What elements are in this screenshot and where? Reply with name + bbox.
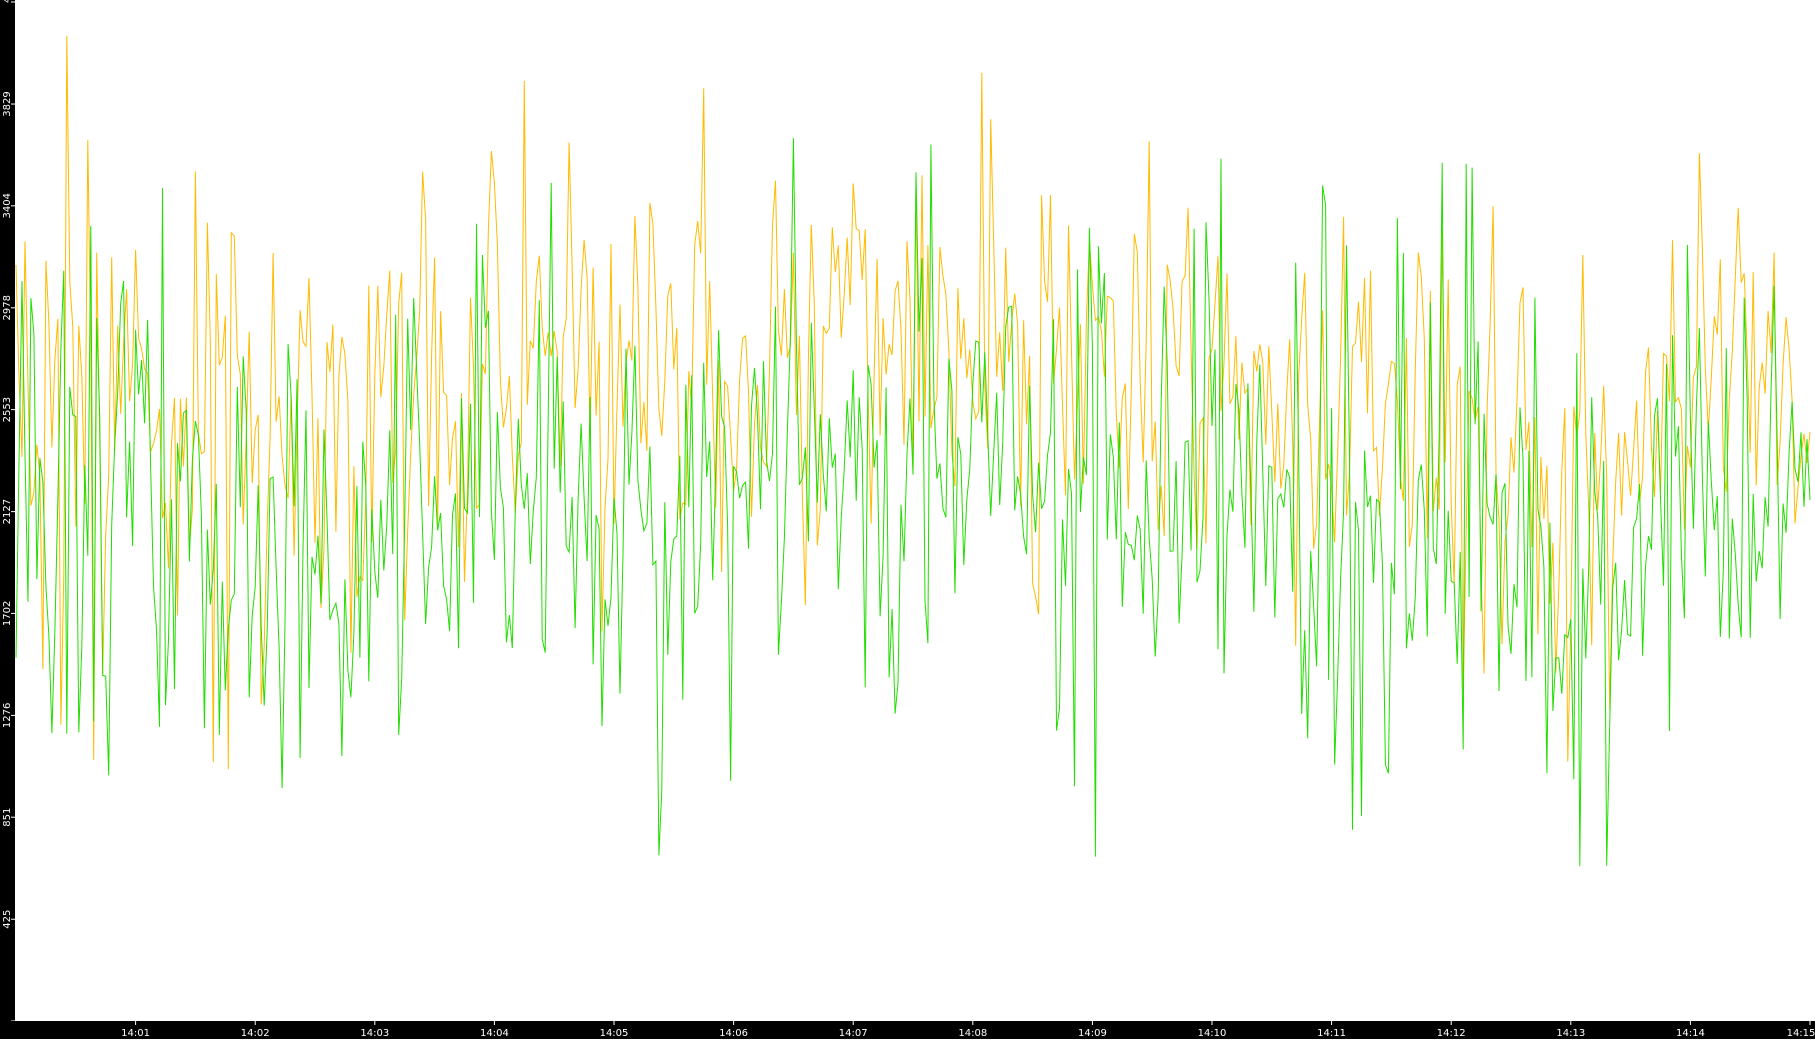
x-tick-label: 14:15 <box>1787 1028 1815 1039</box>
y-tick-label: 2127 <box>2 499 13 524</box>
x-tick-label: 14:12 <box>1437 1028 1466 1039</box>
chart-area: 042585112761702212725532978340438294255 … <box>0 0 1815 1039</box>
x-tick-label: 14:08 <box>958 1028 987 1039</box>
y-axis: 042585112761702212725532978340438294255 <box>0 0 15 1027</box>
x-tick-label: 14:07 <box>839 1028 868 1039</box>
y-tick-label: 1276 <box>2 703 13 728</box>
y-tick-label: 2978 <box>2 295 13 320</box>
y-tick-label: 1702 <box>2 601 13 626</box>
line-chart: 042585112761702212725532978340438294255 … <box>0 0 1815 1039</box>
series-line-2 <box>15 138 1811 867</box>
y-tick-label: 425 <box>2 910 13 929</box>
x-tick-label: 14:01 <box>121 1028 150 1039</box>
x-tick-label: 14:03 <box>360 1028 389 1039</box>
y-tick-label: 4255 <box>2 0 13 3</box>
y-tick-label: 2553 <box>2 397 13 422</box>
x-tick-label: 14:11 <box>1317 1028 1346 1039</box>
x-tick-label: 14:04 <box>480 1028 509 1039</box>
x-tick-label: 14:05 <box>600 1028 629 1039</box>
series-line-1 <box>15 35 1811 770</box>
x-tick-label: 14:13 <box>1556 1028 1585 1039</box>
x-tick-label: 14:10 <box>1198 1028 1227 1039</box>
x-tick-label: 14:14 <box>1676 1028 1705 1039</box>
x-tick-label: 14:06 <box>719 1028 748 1039</box>
y-tick-label: 3404 <box>2 193 13 218</box>
series-layer <box>15 35 1811 867</box>
x-axis: 14:01 14:02 14:03 14:04 14:05 14:06 14:07 14:08… <box>0 1021 1815 1039</box>
x-tick-label: 14:09 <box>1078 1028 1107 1039</box>
x-axis-bar <box>0 1021 1815 1039</box>
x-tick-label: 14:02 <box>241 1028 270 1039</box>
y-tick-label: 3829 <box>2 91 13 116</box>
y-tick-label: 851 <box>2 808 13 827</box>
